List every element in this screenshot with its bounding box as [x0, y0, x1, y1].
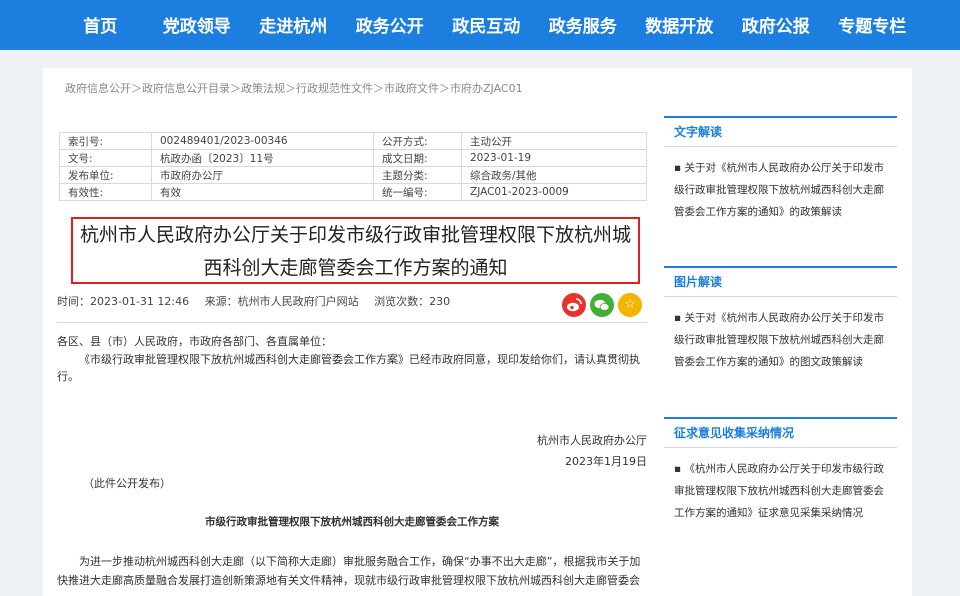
publish-time: 时间：2023-01-31 12:46: [57, 295, 190, 308]
meta-uid-value: ZJAC01-2023-0009: [461, 183, 647, 201]
publication-note: （此件公开发布）: [83, 477, 171, 490]
top-navigation: 首页 党政领导 走进杭州 政务公开 政民互动 政务服务 数据开放 政府公报 专题…: [0, 0, 960, 50]
sidebar-text-interpretation: 文字解读 ▪ 关于对《杭州市人民政府办公厅关于印发市级行政审批管理权限下放杭州城…: [664, 116, 897, 223]
meta-date-label: 成文日期:: [373, 149, 462, 167]
nav-interaction[interactable]: 政民互动: [438, 0, 535, 54]
sidebar-opinion-collection: 征求意见收集采纳情况 ▪ 《杭州市人民政府办公厅关于印发市级行政审批管理权限下放…: [664, 417, 897, 524]
intro-paragraph: 《市级行政审批管理权限下放杭州城西科创大走廊管委会工作方案》已经市政府同意，现印…: [57, 353, 640, 383]
article-info-bar: 时间：2023-01-31 12:46 来源：杭州市人民政府门户网站 浏览次数：…: [57, 293, 462, 309]
sidebar-link-image[interactable]: ▪ 关于对《杭州市人民政府办公厅关于印发市级行政审批管理权限下放杭州城西科创大走…: [664, 297, 897, 373]
nav-about-hangzhou[interactable]: 走进杭州: [245, 0, 342, 54]
weibo-icon[interactable]: [562, 293, 586, 317]
meta-issuer-value: 市政府办公厅: [151, 166, 374, 184]
main-panel: 政府信息公开＞政府信息公开目录＞政策法规＞行政规范性文件＞市政府文件＞市府办ZJ…: [43, 68, 912, 596]
divider: [57, 322, 647, 323]
nav-leadership[interactable]: 党政领导: [149, 0, 246, 54]
meta-index-value: 002489401/2023-00346: [151, 132, 374, 150]
nav-topics[interactable]: 专题专栏: [824, 0, 921, 54]
page-title-line-1: 杭州市人民政府办公厅关于印发市级行政审批管理权限下放杭州城: [79, 224, 631, 246]
sidebar-link-text[interactable]: ▪ 关于对《杭州市人民政府办公厅关于印发市级行政审批管理权限下放杭州城西科创大走…: [664, 147, 897, 223]
meta-valid-label: 有效性:: [59, 183, 152, 201]
sidebar-link-opinion[interactable]: ▪ 《杭州市人民政府办公厅关于印发市级行政审批管理权限下放杭州城西科创大走廊管委…: [664, 448, 897, 524]
signature-date: 2023年1月19日: [565, 455, 647, 468]
star-icon[interactable]: ☆: [618, 293, 642, 317]
view-count: 浏览次数：230: [374, 295, 451, 308]
address-line: 各区、县（市）人民政府，市政府各部门、各直属单位：: [57, 335, 332, 348]
attached-doc-title: 市级行政审批管理权限下放杭州城西科创大走廊管委会工作方案: [205, 516, 499, 528]
meta-method-value: 主动公开: [461, 132, 647, 150]
meta-index-label: 索引号:: [59, 132, 152, 150]
sidebar-image-interpretation: 图片解读 ▪ 关于对《杭州市人民政府办公厅关于印发市级行政审批管理权限下放杭州城…: [664, 266, 897, 373]
meta-topic-label: 主题分类:: [373, 166, 462, 184]
nav-gov-affairs-open[interactable]: 政务公开: [342, 0, 439, 54]
meta-uid-label: 统一编号:: [373, 183, 462, 201]
page-title: 杭州市人民政府办公厅关于印发市级行政审批管理权限下放杭州城 西科创大走廊管委会工…: [71, 217, 640, 284]
article-source: 来源：杭州市人民政府门户网站: [204, 295, 359, 308]
wechat-icon[interactable]: [590, 293, 614, 317]
meta-date-value: 2023-01-19: [461, 149, 647, 167]
sidebar-heading-text: 文字解读: [664, 116, 897, 147]
nav-open-data[interactable]: 数据开放: [631, 0, 728, 54]
sidebar-heading-image: 图片解读: [664, 266, 897, 297]
nav-services[interactable]: 政务服务: [535, 0, 632, 54]
meta-valid-value: 有效: [151, 183, 374, 201]
meta-topic-value: 综合政务/其他: [461, 166, 647, 184]
meta-docno-label: 文号:: [59, 149, 152, 167]
page-title-line-2: 西科创大走廊管委会工作方案的通知: [203, 257, 508, 279]
breadcrumb[interactable]: 政府信息公开＞政府信息公开目录＞政策法规＞行政规范性文件＞市政府文件＞市府办ZJ…: [65, 80, 523, 96]
signature-org: 杭州市人民政府办公厅: [537, 434, 647, 447]
document-meta-table: 索引号: 002489401/2023-00346 公开方式: 主动公开 文号:…: [59, 132, 647, 201]
sidebar-heading-opinion: 征求意见收集采纳情况: [664, 417, 897, 448]
meta-issuer-label: 发布单位:: [59, 166, 152, 184]
meta-docno-value: 杭政办函〔2023〕11号: [151, 149, 374, 167]
nav-home[interactable]: 首页: [52, 0, 149, 54]
body-paragraph: 为进一步推动杭州城西科创大走廊（以下简称大走廊）审批服务融合工作，确保“办事不出…: [57, 555, 641, 587]
meta-method-label: 公开方式:: [373, 132, 462, 150]
nav-gazette[interactable]: 政府公报: [728, 0, 825, 54]
